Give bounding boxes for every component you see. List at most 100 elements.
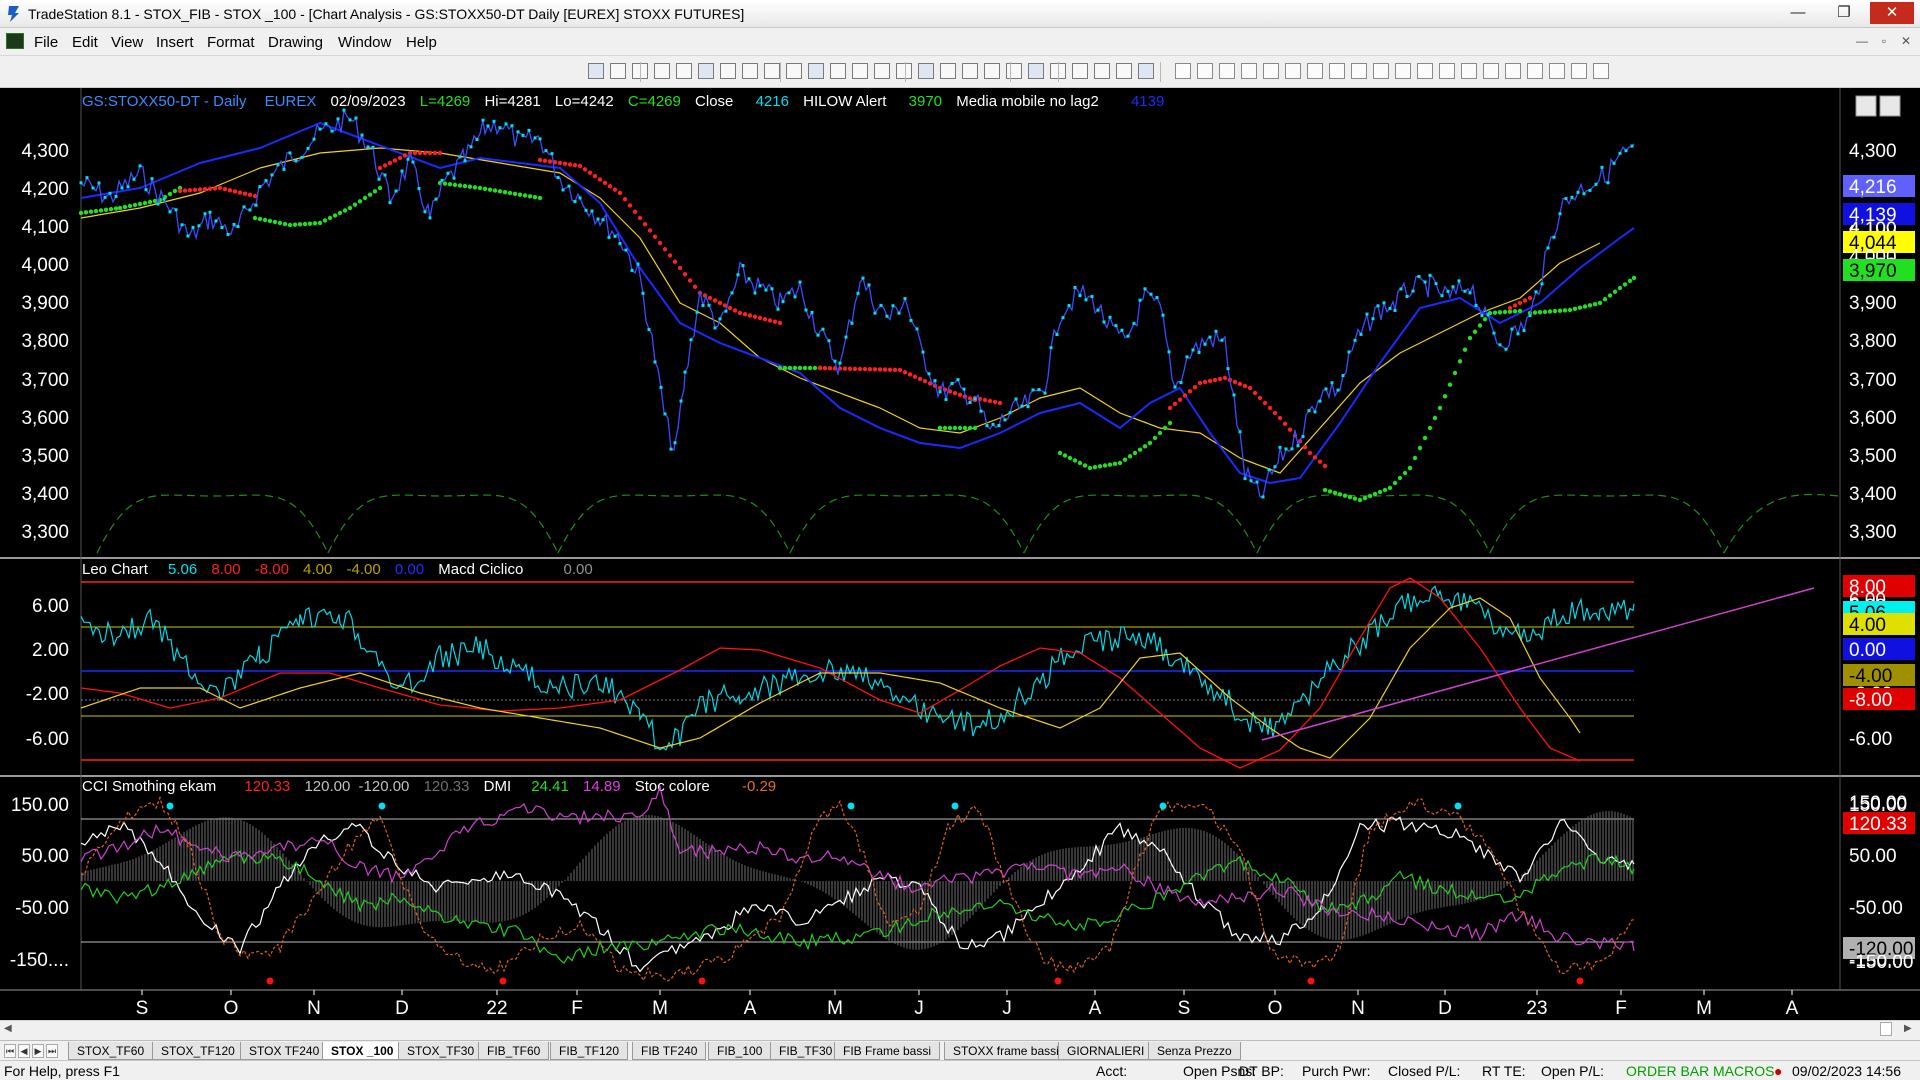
toolbar-tool-icon[interactable] bbox=[1094, 63, 1110, 79]
scroll-left-icon[interactable]: ◀ bbox=[4, 1023, 12, 1034]
drawing-tool-icon[interactable] bbox=[1461, 63, 1477, 79]
price-point bbox=[1594, 182, 1598, 186]
minimize-button[interactable]: — bbox=[1776, 2, 1820, 24]
close-button[interactable]: ✕ bbox=[1870, 2, 1914, 24]
sheet-tab[interactable]: Senza Prezzo bbox=[1148, 1042, 1241, 1060]
toolbar-tool-icon[interactable] bbox=[1028, 63, 1044, 79]
toolbar-tool-icon[interactable] bbox=[1072, 63, 1088, 79]
drawing-tool-icon[interactable] bbox=[1197, 63, 1213, 79]
menu-format[interactable]: Format bbox=[207, 34, 255, 51]
alert-dot-icon: ● bbox=[1774, 1063, 1783, 1079]
toolbar-separator bbox=[1160, 62, 1161, 82]
menu-help[interactable]: Help bbox=[406, 34, 437, 51]
tab-next-icon[interactable]: ▶ bbox=[32, 1044, 44, 1058]
drawing-tool-icon[interactable] bbox=[1373, 63, 1389, 79]
toolbar-tool-icon[interactable] bbox=[1116, 63, 1132, 79]
sheet-tab[interactable]: STOX_TF30 bbox=[398, 1042, 484, 1060]
scroll-thumb[interactable] bbox=[1880, 1022, 1892, 1036]
toolbar-tool-icon[interactable] bbox=[1006, 63, 1022, 79]
tab-last-icon[interactable]: ⏭ bbox=[46, 1044, 58, 1058]
drawing-tool-icon[interactable] bbox=[1241, 63, 1257, 79]
price-point bbox=[220, 225, 224, 229]
toolbar-tool-icon[interactable] bbox=[896, 63, 912, 79]
toolbar-tool-icon[interactable] bbox=[764, 63, 780, 79]
toolbar-tool-icon[interactable] bbox=[698, 63, 714, 79]
toolbar-tool-icon[interactable] bbox=[1138, 63, 1154, 79]
sheet-tab[interactable]: STOX_TF60 bbox=[68, 1042, 154, 1060]
menu-window[interactable]: Window bbox=[338, 34, 391, 51]
chart-analysis-window[interactable]: GS:STOXX50-DT - Daily EUREX 02/09/2023 L… bbox=[0, 88, 1920, 1023]
macros-indicator[interactable]: MACROS bbox=[1713, 1063, 1774, 1079]
drawing-tool-icon[interactable] bbox=[1549, 63, 1565, 79]
menu-insert[interactable]: Insert bbox=[156, 34, 194, 51]
sheet-tab[interactable]: FIB_TF30 bbox=[770, 1042, 842, 1060]
toolbar-tool-icon[interactable] bbox=[852, 63, 868, 79]
drawing-tool-icon[interactable] bbox=[1439, 63, 1455, 79]
order-bar-indicator[interactable]: ORDER BAR bbox=[1626, 1063, 1709, 1079]
toolbar-tool-icon[interactable] bbox=[588, 63, 604, 79]
sheet-tab[interactable]: FIB_TF60 bbox=[478, 1042, 550, 1060]
cci-axis-tick-left: -150.... bbox=[10, 950, 69, 971]
cci-axis-tick-left: 150.00 bbox=[11, 795, 69, 816]
mdi-close-icon[interactable]: ✕ bbox=[1896, 34, 1916, 52]
drawing-tool-icon[interactable] bbox=[1395, 63, 1411, 79]
scroll-right-icon[interactable]: ▶ bbox=[1904, 1023, 1912, 1034]
price-point bbox=[458, 155, 462, 159]
drawing-tool-icon[interactable] bbox=[1307, 63, 1323, 79]
sheet-tab[interactable]: STOXX frame bassi bbox=[944, 1042, 1068, 1060]
toolbar-tool-icon[interactable] bbox=[786, 63, 802, 79]
toolbar-tool-icon[interactable] bbox=[720, 63, 736, 79]
hilow-dot bbox=[347, 205, 353, 211]
drawing-tool-icon[interactable] bbox=[1417, 63, 1433, 79]
drawing-tool-icon[interactable] bbox=[1175, 63, 1191, 79]
hilow-dot bbox=[647, 228, 653, 233]
sheet-tab[interactable]: STOX _100 bbox=[322, 1042, 403, 1060]
sheet-tab[interactable]: GIORNALIERI bbox=[1058, 1042, 1154, 1060]
drawing-tool-icon[interactable] bbox=[1527, 63, 1543, 79]
menu-drawing[interactable]: Drawing bbox=[268, 34, 323, 51]
hilow-dot bbox=[1202, 379, 1208, 385]
toolbar-tool-icon[interactable] bbox=[676, 63, 692, 79]
menu-file[interactable]: File bbox=[34, 34, 58, 51]
menu-view[interactable]: View bbox=[111, 34, 143, 51]
toolbar-tool-icon[interactable] bbox=[830, 63, 846, 79]
drawing-tool-icon[interactable] bbox=[1285, 63, 1301, 79]
mdi-restore-icon[interactable]: ▫ bbox=[1874, 34, 1894, 52]
tab-prev-icon[interactable]: ◀ bbox=[18, 1044, 30, 1058]
toolbar-tool-icon[interactable] bbox=[808, 63, 824, 79]
sheet-tab[interactable]: FIB Frame bassi bbox=[834, 1042, 941, 1060]
drawing-tool-icon[interactable] bbox=[1571, 63, 1587, 79]
value-tag-text: -4.00 bbox=[1849, 666, 1892, 687]
drawing-tool-icon[interactable] bbox=[1505, 63, 1521, 79]
drawing-tool-icon[interactable] bbox=[1219, 63, 1235, 79]
sheet-tab[interactable]: STOX_TF120 bbox=[152, 1042, 244, 1060]
sheet-tab[interactable]: STOX TF240 bbox=[240, 1042, 329, 1060]
pane-minimize-button[interactable] bbox=[1855, 95, 1877, 117]
sheet-tab[interactable]: FIB_100 bbox=[708, 1042, 772, 1060]
tab-first-icon[interactable]: ⏮ bbox=[4, 1044, 16, 1058]
toolbar-tool-icon[interactable] bbox=[984, 63, 1000, 79]
pane-restore-button[interactable] bbox=[1879, 95, 1901, 117]
drawing-tool-icon[interactable] bbox=[1351, 63, 1367, 79]
sheet-tab[interactable]: FIB TF240 bbox=[632, 1042, 707, 1060]
drawing-tool-icon[interactable] bbox=[1483, 63, 1499, 79]
toolbar-tool-icon[interactable] bbox=[940, 63, 956, 79]
toolbar-tool-icon[interactable] bbox=[962, 63, 978, 79]
maximize-button[interactable]: ❐ bbox=[1822, 2, 1866, 24]
hilow-dot bbox=[1137, 447, 1143, 452]
sheet-tab[interactable]: FIB_TF120 bbox=[550, 1042, 629, 1060]
drawing-tool-icon[interactable] bbox=[1593, 63, 1609, 79]
toolbar-tool-icon[interactable] bbox=[742, 63, 758, 79]
menu-edit[interactable]: Edit bbox=[72, 34, 98, 51]
price-point bbox=[1197, 350, 1201, 354]
drawing-tool-icon[interactable] bbox=[1263, 63, 1279, 79]
horizontal-scrollbar[interactable]: ◀ ▶ bbox=[0, 1020, 1920, 1038]
mdi-minimize-icon[interactable]: — bbox=[1852, 34, 1872, 52]
toolbar-tool-icon[interactable] bbox=[918, 63, 934, 79]
toolbar-tool-icon[interactable] bbox=[610, 63, 626, 79]
toolbar-tool-icon[interactable] bbox=[874, 63, 890, 79]
toolbar-tool-icon[interactable] bbox=[654, 63, 670, 79]
drawing-tool-icon[interactable] bbox=[1329, 63, 1345, 79]
chart-canvas[interactable]: GS:STOXX50-DT - Daily EUREX 02/09/2023 L… bbox=[0, 88, 1920, 1023]
chart-window-icon[interactable] bbox=[6, 33, 24, 49]
